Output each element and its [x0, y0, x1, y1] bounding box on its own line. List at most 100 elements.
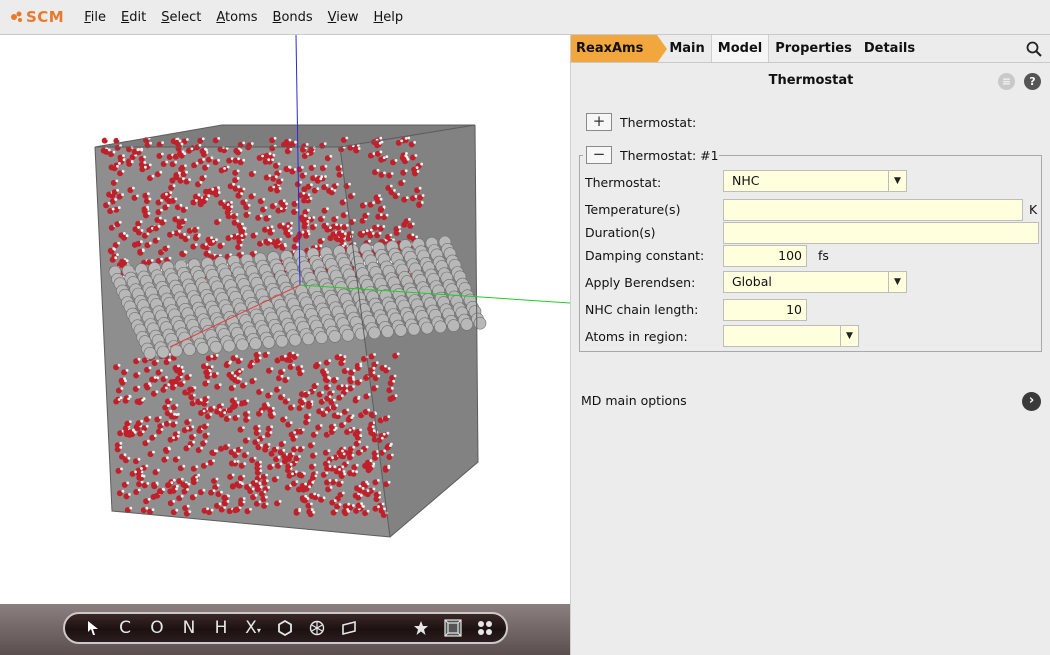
plane-tool-icon[interactable]	[333, 620, 365, 636]
hydrogen-atom	[227, 494, 231, 498]
tool-oxygen[interactable]: O	[141, 618, 173, 638]
molecule-viewer[interactable]	[0, 35, 570, 605]
hydrogen-atom	[315, 431, 319, 435]
menu-atoms[interactable]: Atoms	[216, 10, 257, 25]
hydrogen-atom	[316, 187, 320, 191]
hydrogen-atom	[391, 386, 394, 390]
hydrogen-atom	[210, 508, 214, 512]
damping-unit: fs	[818, 248, 829, 263]
hydrogen-atom	[157, 468, 160, 472]
breadcrumb-reaxams[interactable]: ReaxAms	[571, 35, 668, 63]
hydrogen-atom	[184, 218, 188, 222]
hydrogen-atom	[247, 437, 251, 441]
molecules-icon[interactable]	[469, 620, 501, 636]
hydrogen-atom	[107, 201, 111, 205]
hydrogen-atom	[255, 480, 258, 483]
hydrogen-atom	[365, 229, 369, 233]
hydrogen-atom	[386, 431, 390, 435]
hydrogen-atom	[308, 216, 311, 220]
ring-tool-icon[interactable]	[269, 620, 301, 636]
hydrogen-atom	[329, 154, 333, 158]
temperature-input[interactable]	[723, 199, 1023, 221]
help-icon[interactable]: ?	[1024, 73, 1041, 90]
tab-model[interactable]: Model	[710, 35, 770, 62]
remove-thermostat-button[interactable]: −	[586, 146, 612, 164]
panel-menu-icon[interactable]: ≡	[998, 73, 1015, 90]
temperature-label: Temperature(s)	[585, 202, 681, 217]
hydrogen-atom	[218, 218, 222, 222]
hydrogen-atom	[235, 354, 239, 358]
hydrogen-atom	[205, 363, 209, 366]
damping-input[interactable]: 100	[723, 245, 807, 267]
menu-select[interactable]: Select	[161, 10, 201, 25]
hydrogen-atom	[179, 203, 183, 207]
hydrogen-atom	[304, 172, 307, 176]
hydrogen-atom	[341, 465, 345, 469]
add-thermostat-button[interactable]: +	[586, 113, 612, 131]
hydrogen-atom	[279, 237, 283, 241]
molecule-scene[interactable]	[0, 35, 570, 605]
hydrogen-atom	[256, 438, 260, 442]
duration-input[interactable]	[723, 222, 1039, 244]
hydrogen-atom	[322, 215, 326, 219]
hydrogen-atom	[202, 409, 206, 413]
hydrogen-atom	[137, 357, 141, 361]
hydrogen-atom	[129, 506, 133, 510]
hydrogen-atom	[155, 481, 159, 485]
tool-carbon[interactable]: C	[109, 618, 141, 638]
hydrogen-atom	[186, 488, 189, 491]
hydrogen-atom	[298, 455, 301, 458]
hydrogen-atom	[413, 141, 417, 144]
menu-view[interactable]: View	[328, 10, 359, 25]
fit-view-icon[interactable]	[437, 619, 469, 637]
hydrogen-atom	[374, 412, 378, 415]
hydrogen-atom	[125, 234, 129, 238]
hydrogen-atom	[382, 225, 386, 228]
tool-hydrogen[interactable]: H	[205, 618, 237, 638]
tool-other-element[interactable]: X▾	[237, 618, 269, 638]
hydrogen-atom	[157, 225, 161, 228]
tab-details[interactable]: Details	[858, 35, 921, 62]
slab-atom	[302, 332, 315, 346]
hydrogen-atom	[406, 157, 410, 161]
tab-main[interactable]: Main	[663, 35, 710, 62]
hydrogen-atom	[262, 435, 265, 439]
hydrogen-atom	[132, 428, 135, 432]
hydrogen-atom	[360, 502, 363, 505]
hydrogen-atom	[382, 205, 386, 209]
star-icon[interactable]	[405, 620, 437, 636]
hydrogen-atom	[153, 434, 157, 438]
hydrogen-atom	[117, 398, 121, 401]
tab-properties[interactable]: Properties	[769, 35, 858, 62]
hydrogen-atom	[327, 460, 331, 464]
hydrogen-atom	[228, 361, 232, 365]
tool-nitrogen[interactable]: N	[173, 618, 205, 638]
hydrogen-atom	[116, 164, 119, 168]
atoms-region-select[interactable]: ▼	[723, 325, 859, 347]
hydrogen-atom	[272, 229, 275, 233]
menu-edit[interactable]: Edit	[121, 10, 146, 25]
md-main-options-label[interactable]: MD main options	[581, 393, 687, 408]
hydrogen-atom	[362, 230, 365, 234]
nhc-chain-input[interactable]: 10	[723, 299, 807, 321]
hydrogen-atom	[288, 165, 291, 169]
hydrogen-atom	[176, 434, 180, 438]
group-title: Thermostat: #1	[620, 148, 719, 163]
berendsen-select[interactable]: Global ▼	[723, 271, 907, 293]
menu-help[interactable]: Help	[374, 10, 404, 25]
hydrogen-atom	[377, 374, 381, 378]
hydrogen-atom	[411, 233, 415, 237]
chevron-right-icon[interactable]: ›	[1022, 392, 1041, 411]
hydrogen-atom	[177, 364, 180, 368]
hydrogen-atom	[385, 155, 389, 158]
search-icon[interactable]	[1026, 41, 1042, 60]
snowflake-icon[interactable]	[301, 620, 333, 636]
hydrogen-atom	[220, 490, 223, 494]
hydrogen-atom	[310, 508, 314, 512]
menu-bonds[interactable]: Bonds	[273, 10, 313, 25]
menu-file[interactable]: File	[84, 10, 106, 25]
hydrogen-atom	[415, 235, 419, 239]
thermostat-type-select[interactable]: NHC ▼	[723, 170, 907, 192]
select-tool-icon[interactable]	[77, 620, 109, 636]
hydrogen-atom	[236, 460, 240, 463]
